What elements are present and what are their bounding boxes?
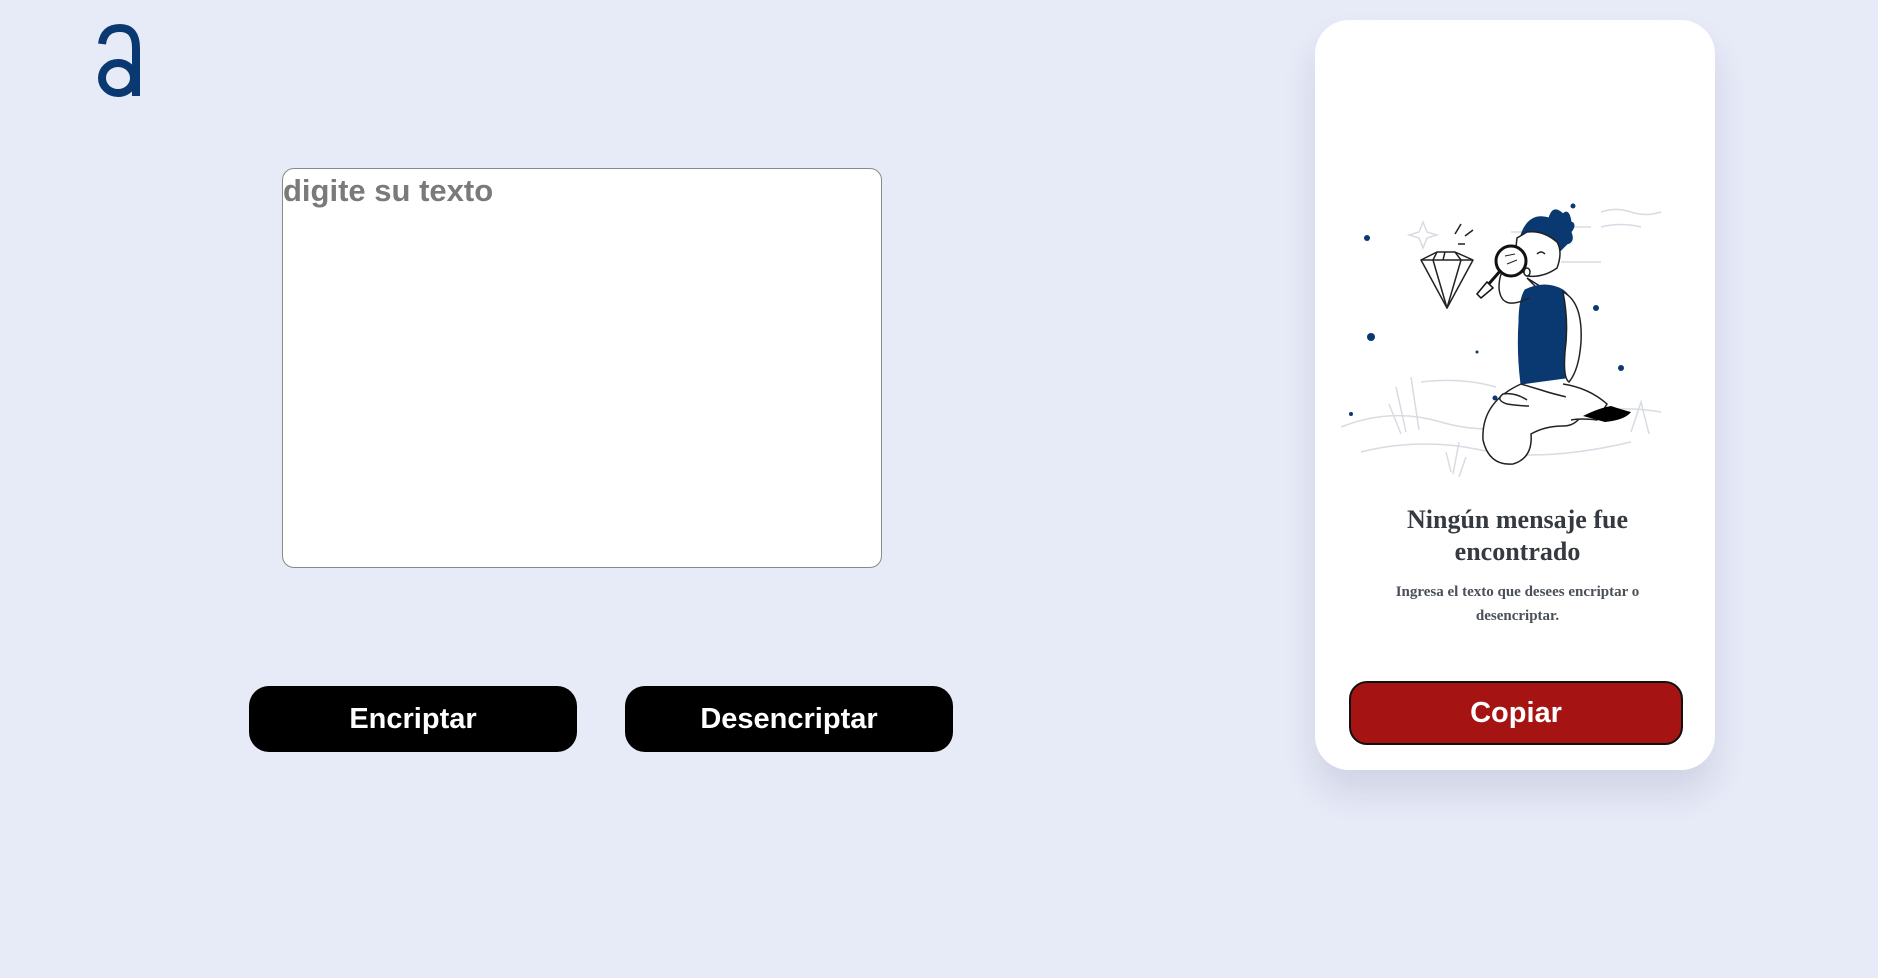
alura-a-logo-icon bbox=[98, 24, 140, 97]
logo bbox=[94, 24, 144, 99]
illustration bbox=[1331, 172, 1671, 482]
copy-button[interactable]: Copiar bbox=[1349, 681, 1683, 745]
message-input[interactable] bbox=[282, 168, 882, 568]
empty-state-title: Ningún mensaje fue encontrado bbox=[1406, 505, 1628, 566]
empty-state-description: Ingresa el texto que desees encriptar o … bbox=[1395, 584, 1640, 624]
person-magnifying-glass-diamond-icon bbox=[1340, 203, 1662, 478]
encrypt-button[interactable]: Encriptar bbox=[249, 686, 577, 752]
result-panel: Ningún mensaje fue encontrado Ingresa el… bbox=[1315, 20, 1715, 770]
decrypt-button[interactable]: Desencriptar bbox=[625, 686, 953, 752]
